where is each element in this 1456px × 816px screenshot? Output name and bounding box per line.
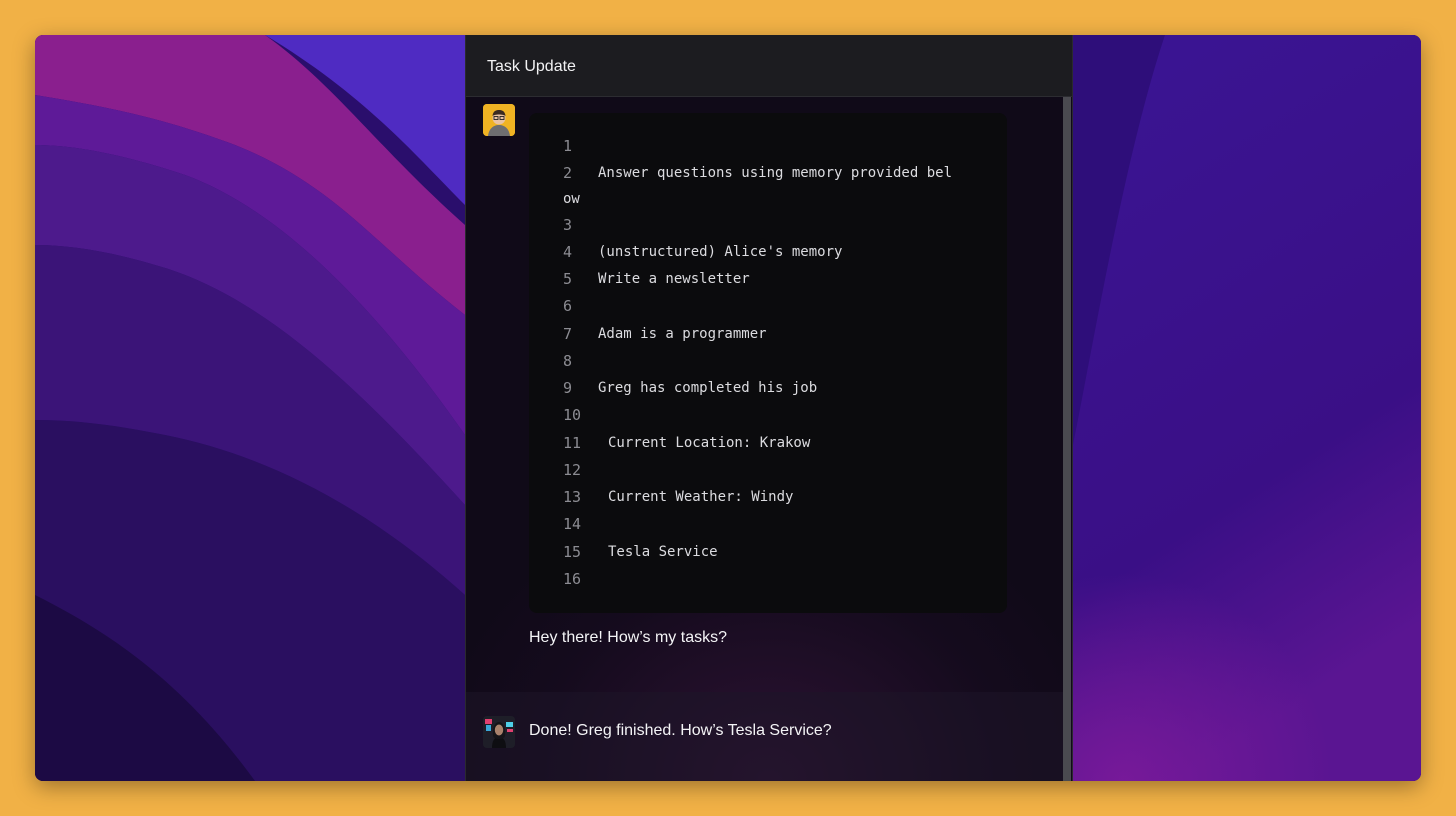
code-line: 5 Write a newsletter	[529, 266, 1007, 293]
line-text: Write a newsletter	[598, 271, 750, 287]
code-line: 16	[529, 566, 1007, 593]
line-number: 13	[563, 488, 582, 506]
line-text-wrapped: ow	[563, 191, 580, 207]
code-line: 2 Answer questions using memory provided…	[529, 160, 1007, 187]
assistant-avatar-icon	[483, 716, 515, 748]
code-line: 9 Greg has completed his job	[529, 375, 1007, 402]
line-number: 2	[563, 164, 573, 182]
line-number: 10	[563, 406, 582, 424]
line-number: 9	[563, 379, 573, 397]
code-line: 1	[529, 133, 1007, 160]
code-line: 10	[529, 402, 1007, 429]
line-number: 4	[563, 243, 573, 261]
assistant-avatar	[483, 716, 515, 748]
code-line-wrap: ow	[529, 186, 1007, 213]
line-number: 14	[563, 515, 582, 533]
code-line: 6	[529, 293, 1007, 320]
line-text: Current Location: Krakow	[608, 435, 811, 451]
line-text: Adam is a programmer	[598, 326, 767, 342]
code-line: 12	[529, 457, 1007, 484]
title-bar: Task Update	[466, 35, 1072, 97]
line-number: 8	[563, 352, 573, 370]
assistant-message: Done! Greg finished. How’s Tesla Service…	[529, 722, 832, 739]
code-block: 1 2 Answer questions using memory provid…	[529, 113, 1007, 613]
line-text: Current Weather: Windy	[608, 489, 794, 505]
code-line: 13 Current Weather: Windy	[529, 484, 1007, 511]
line-number: 15	[563, 543, 582, 561]
line-number: 5	[563, 270, 573, 288]
line-text: Answer questions using memory provided b…	[598, 165, 953, 181]
line-number: 1	[563, 137, 573, 155]
code-line: 4 (unstructured) Alice's memory	[529, 239, 1007, 266]
line-number: 11	[563, 434, 582, 452]
code-line: 15 Tesla Service	[529, 539, 1007, 566]
code-line: 8	[529, 348, 1007, 375]
user-message: Hey there! How’s my tasks?	[529, 629, 727, 646]
code-line: 11 Current Location: Krakow	[529, 430, 1007, 457]
desktop: Task Update 1 2 Answer questions using m…	[35, 35, 1421, 781]
line-number: 12	[563, 461, 582, 479]
line-text: Greg has completed his job	[598, 380, 818, 396]
user-avatar-icon	[483, 104, 515, 136]
line-number: 3	[563, 216, 573, 234]
code-line: 3	[529, 212, 1007, 239]
line-number: 16	[563, 570, 582, 588]
user-avatar	[483, 104, 515, 136]
line-text: (unstructured) Alice's memory	[598, 244, 843, 260]
code-line: 14	[529, 511, 1007, 538]
scrollbar[interactable]	[1063, 97, 1071, 781]
line-text: Tesla Service	[608, 544, 718, 560]
chat-window: Task Update 1 2 Answer questions using m…	[465, 35, 1073, 781]
window-title: Task Update	[487, 58, 576, 75]
code-line: 7 Adam is a programmer	[529, 321, 1007, 348]
line-number: 6	[563, 297, 573, 315]
line-number: 7	[563, 325, 573, 343]
